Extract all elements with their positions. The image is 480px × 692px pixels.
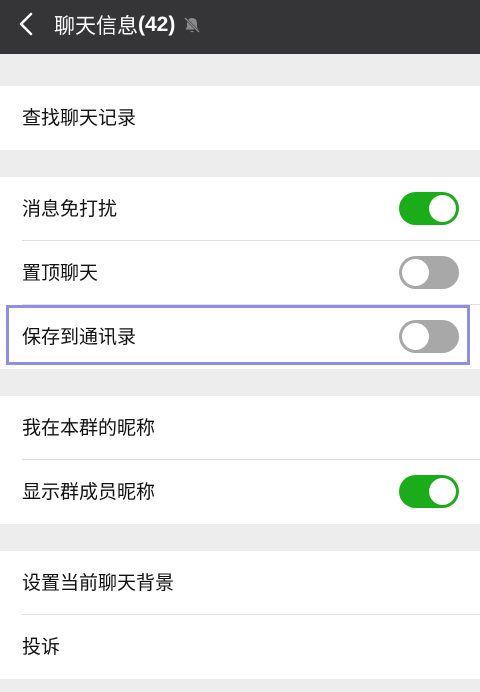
chat-background-label: 设置当前聊天背景 — [22, 572, 175, 594]
page-title: 聊天信息 (42) — [54, 0, 203, 50]
pin-chat-row[interactable]: 置顶聊天 — [0, 241, 480, 305]
toggle-knob — [402, 323, 429, 350]
chat-background-row[interactable]: 设置当前聊天背景 — [0, 551, 480, 615]
save-to-contacts-label: 保存到通讯录 — [22, 326, 137, 348]
my-group-nickname-row[interactable]: 我在本群的昵称 — [0, 396, 480, 460]
mute-notifications-row[interactable]: 消息免打扰 — [0, 177, 480, 241]
report-label: 投诉 — [22, 636, 61, 658]
bell-muted-icon — [184, 17, 201, 33]
show-member-nicknames-row[interactable]: 显示群成员昵称 — [0, 460, 480, 524]
title-bar: 聊天信息 (42) — [0, 0, 480, 54]
toggle-knob — [429, 195, 456, 222]
pin-chat-toggle[interactable] — [399, 256, 459, 289]
back-arrow-icon[interactable] — [14, 11, 40, 37]
report-row[interactable]: 投诉 — [0, 615, 480, 679]
toggle-knob — [429, 478, 456, 505]
save-to-contacts-row[interactable]: 保存到通讯录 — [0, 305, 480, 369]
title-text: 聊天信息 — [54, 14, 138, 38]
member-count: (42) — [138, 13, 176, 36]
show-member-nicknames-toggle[interactable] — [399, 475, 459, 508]
search-history-label: 查找聊天记录 — [22, 107, 137, 129]
search-history-row[interactable]: 查找聊天记录 — [0, 86, 480, 150]
show-member-nicknames-label: 显示群成员昵称 — [22, 481, 156, 503]
toggle-knob — [402, 259, 429, 286]
mute-notifications-toggle[interactable] — [399, 192, 459, 225]
my-group-nickname-label: 我在本群的昵称 — [22, 417, 156, 439]
save-to-contacts-toggle[interactable] — [399, 320, 459, 353]
mute-notifications-label: 消息免打扰 — [22, 198, 118, 220]
pin-chat-label: 置顶聊天 — [22, 262, 99, 284]
